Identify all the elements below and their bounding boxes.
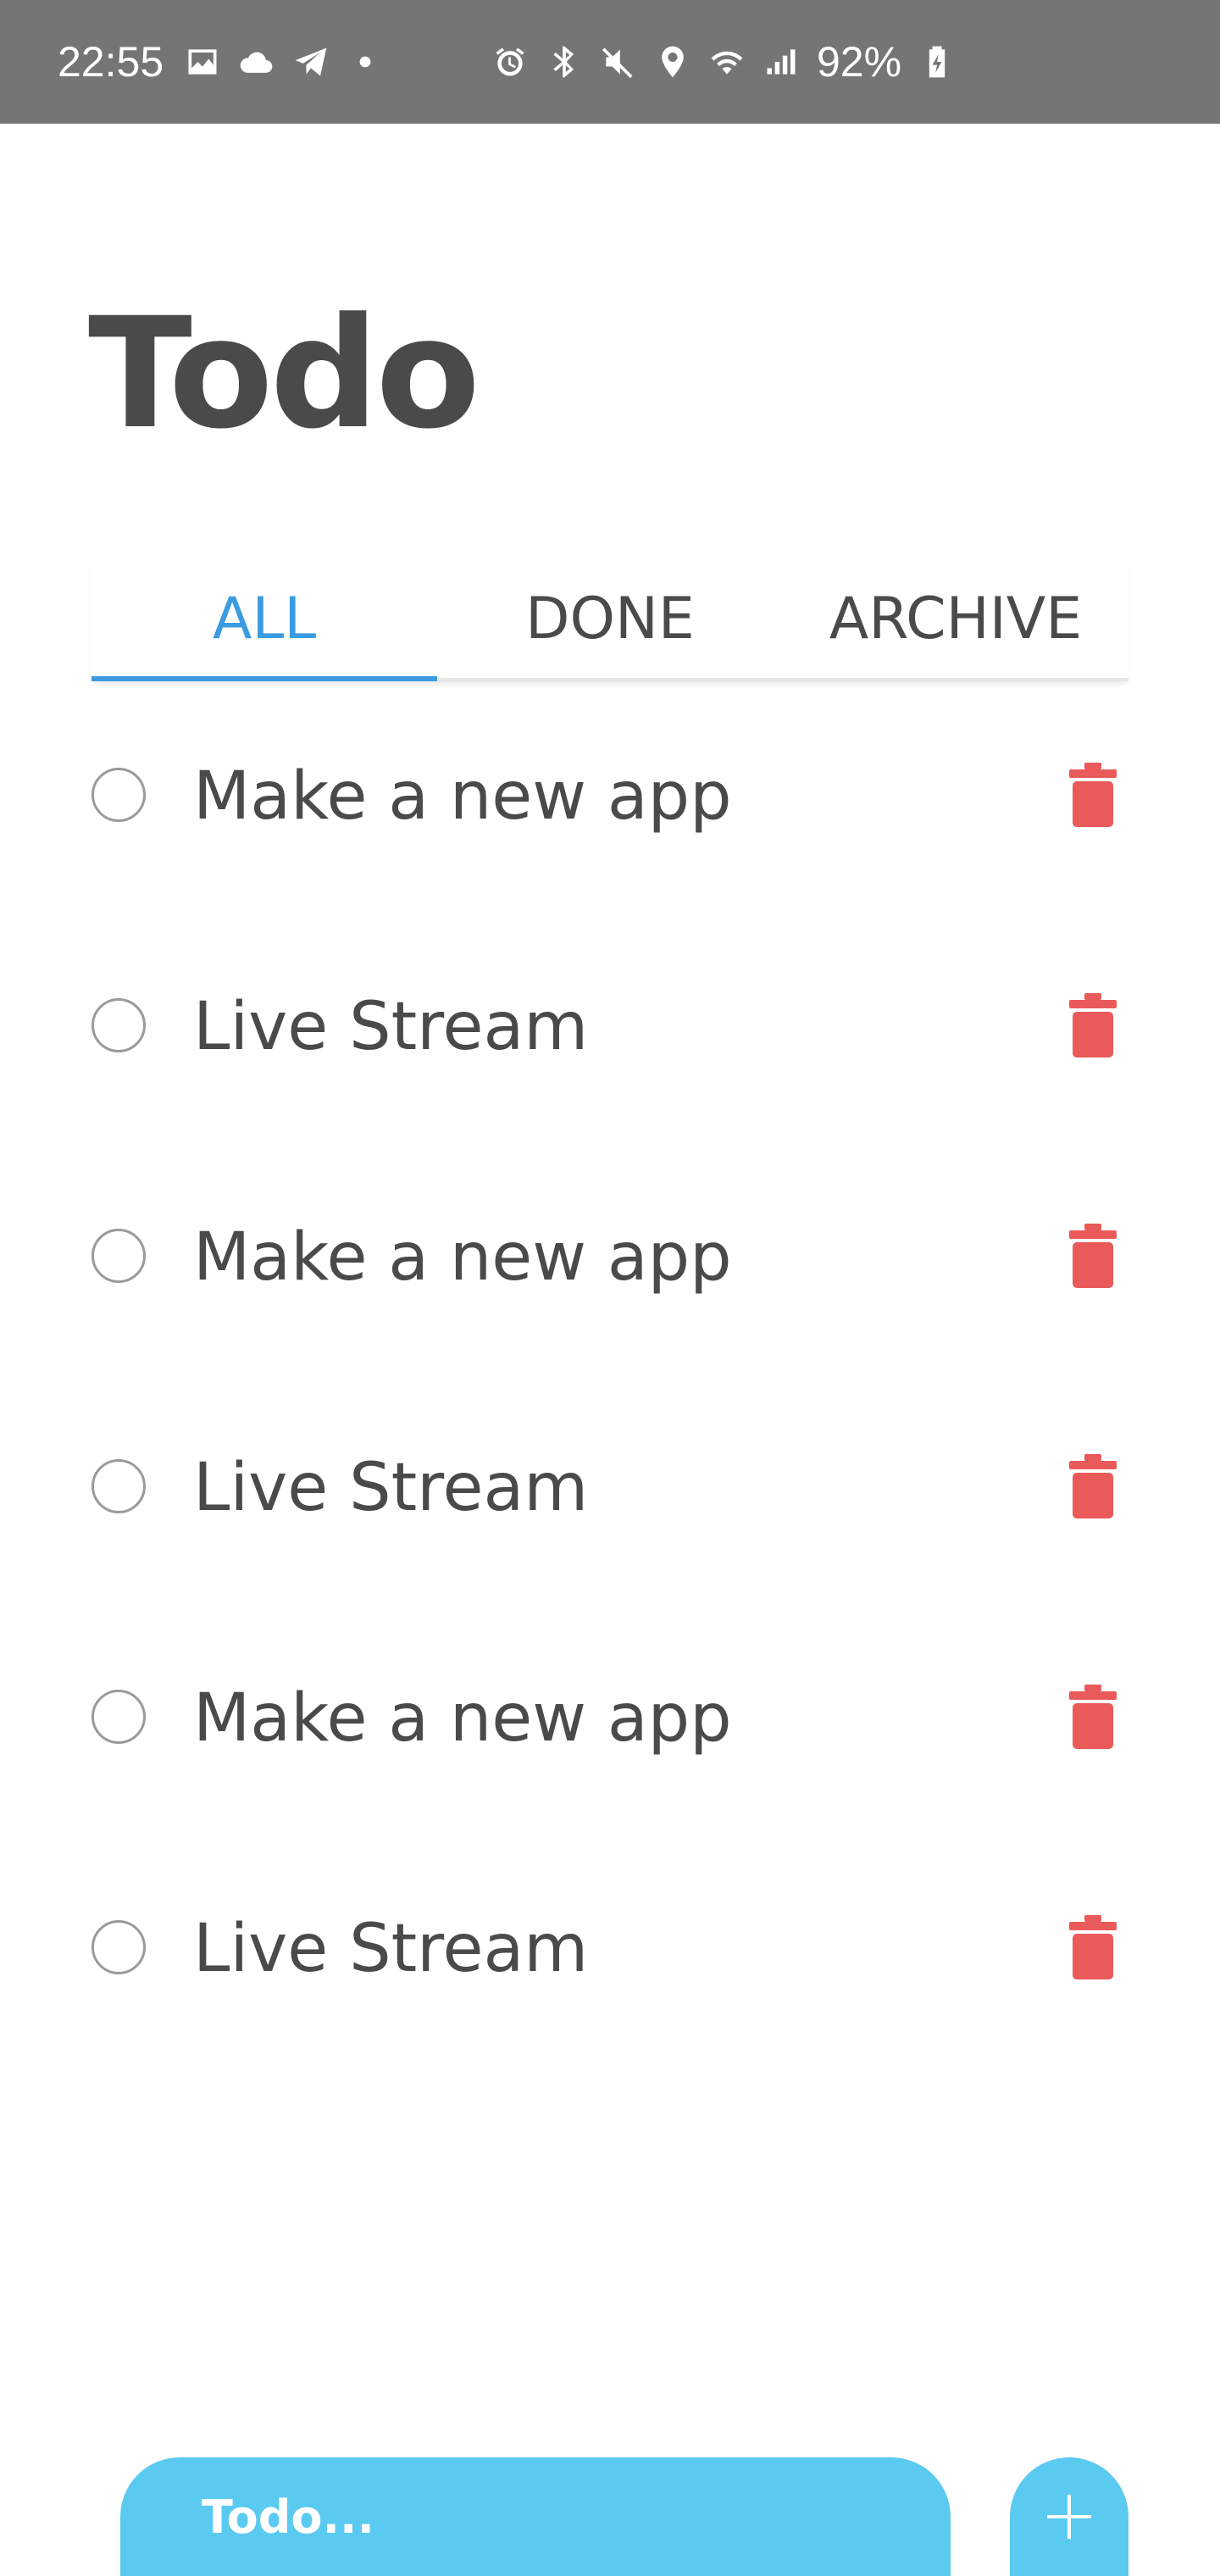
status-left-icons xyxy=(184,43,384,80)
todo-item: Live Stream xyxy=(92,1890,1128,2120)
trash-icon[interactable] xyxy=(1069,993,1117,1058)
status-time: 22:55 xyxy=(58,38,164,86)
todo-label: Make a new app xyxy=(193,758,732,835)
wifi-icon xyxy=(708,43,746,80)
todo-label: Live Stream xyxy=(193,1450,589,1526)
todo-label: Make a new app xyxy=(193,1219,732,1296)
todo-checkbox[interactable] xyxy=(92,998,146,1052)
trash-icon[interactable] xyxy=(1069,1915,1117,1979)
image-icon xyxy=(184,43,221,80)
todo-input[interactable] xyxy=(120,2457,951,2576)
location-icon xyxy=(654,43,691,80)
todo-item: Live Stream xyxy=(92,968,1128,1198)
tab-bar: ALL DONE ARCHIVE xyxy=(92,559,1128,681)
alarm-icon xyxy=(491,43,529,80)
todo-label: Make a new app xyxy=(193,1680,732,1757)
telegram-icon xyxy=(292,43,330,80)
todo-list: Make a new app Live Stream Make a new ap… xyxy=(92,737,1128,2120)
todo-label: Live Stream xyxy=(193,1911,589,1987)
tab-done[interactable]: DONE xyxy=(437,559,783,678)
trash-icon[interactable] xyxy=(1069,1685,1117,1749)
todo-checkbox[interactable] xyxy=(92,1459,146,1513)
status-bar: 22:55 92% xyxy=(0,0,1220,124)
tab-archive[interactable]: ARCHIVE xyxy=(783,559,1128,678)
battery-percentage: 92% xyxy=(817,38,902,86)
signal-icon xyxy=(762,43,800,80)
todo-checkbox[interactable] xyxy=(92,768,146,822)
todo-checkbox[interactable] xyxy=(92,1690,146,1744)
bluetooth-icon xyxy=(546,43,583,80)
dot-icon xyxy=(347,43,384,80)
trash-icon[interactable] xyxy=(1069,1224,1117,1288)
todo-item: Make a new app xyxy=(92,1198,1128,1429)
cloud-icon xyxy=(238,43,275,80)
battery-charging-icon xyxy=(918,43,956,80)
todo-item: Live Stream xyxy=(92,1429,1128,1659)
add-todo-button[interactable] xyxy=(1010,2457,1128,2576)
todo-label: Live Stream xyxy=(193,989,589,1065)
trash-icon[interactable] xyxy=(1069,1454,1117,1518)
todo-checkbox[interactable] xyxy=(92,1229,146,1283)
todo-item: Make a new app xyxy=(92,737,1128,968)
plus-icon xyxy=(1047,2495,1091,2539)
todo-checkbox[interactable] xyxy=(92,1920,146,1974)
status-right-icons: 92% xyxy=(491,0,956,124)
todo-item: Make a new app xyxy=(92,1659,1128,1890)
tab-all[interactable]: ALL xyxy=(92,559,437,681)
mute-icon xyxy=(600,43,637,80)
trash-icon[interactable] xyxy=(1069,763,1117,827)
page-title: Todo xyxy=(88,286,480,463)
